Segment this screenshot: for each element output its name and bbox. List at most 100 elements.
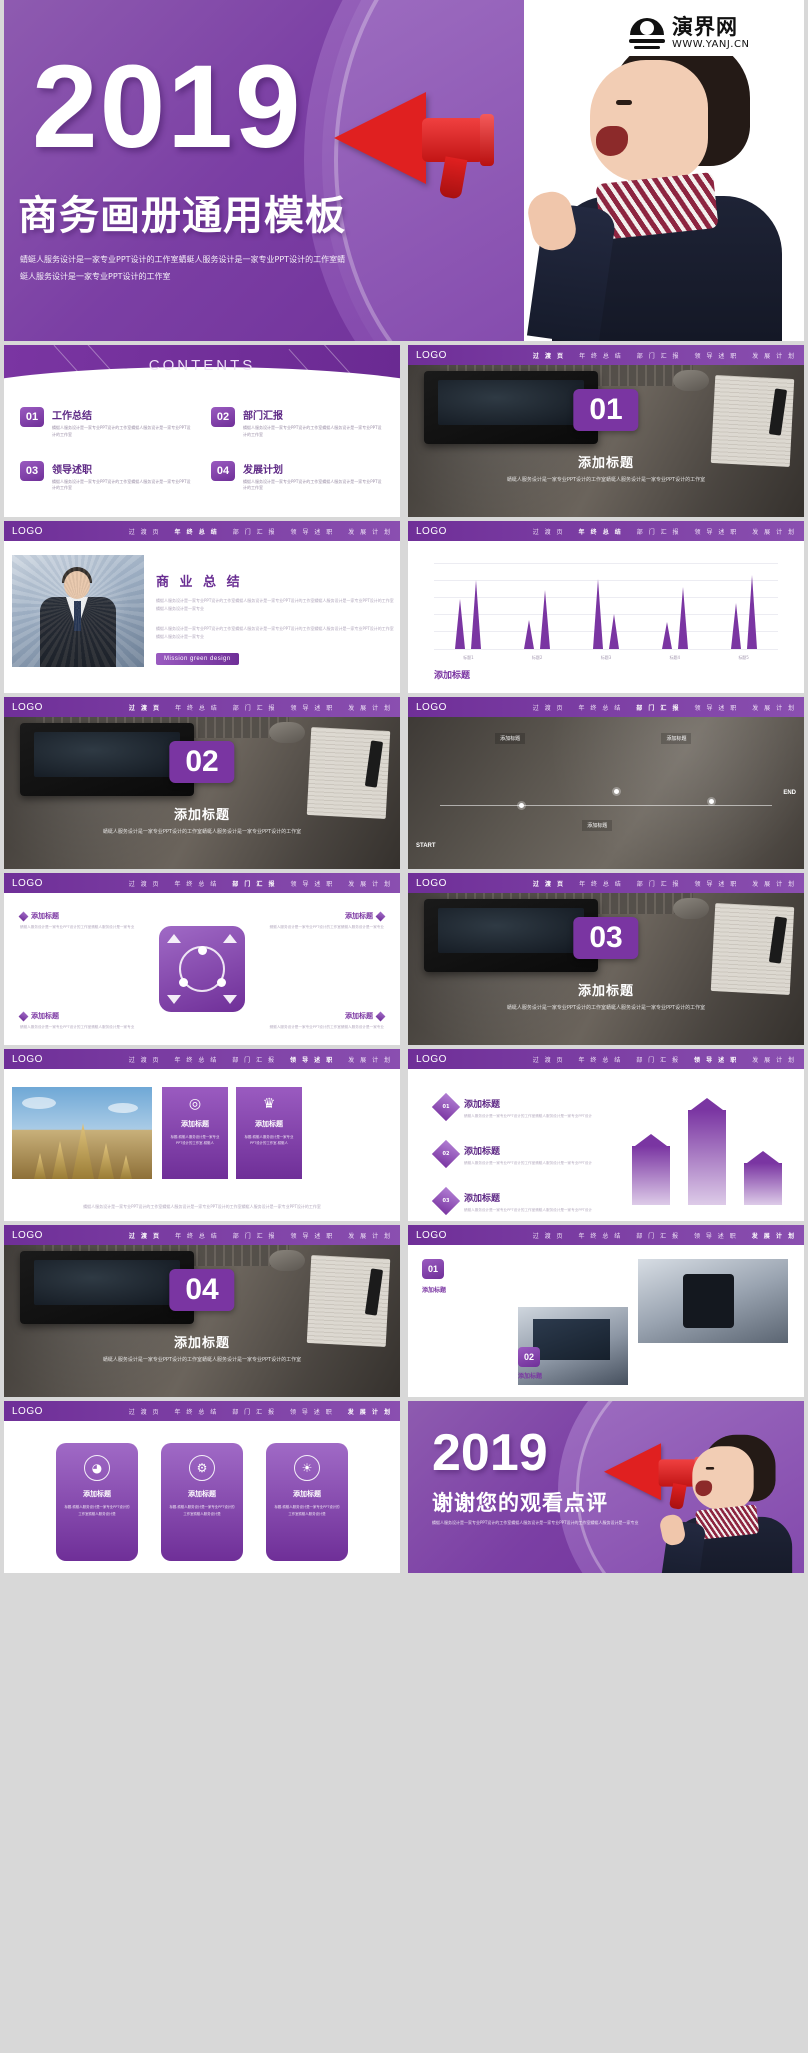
nav-logo[interactable]: LOGO — [416, 350, 447, 361]
nav-item-4[interactable]: 发 展 计 划 — [752, 527, 796, 536]
slide-business-summary[interactable]: LOGO 过 渡 页 年 终 总 结 部 门 汇 报 领 导 述 职 发 展 计… — [4, 521, 400, 693]
slide-section-01[interactable]: LOGO 过 渡 页 年 终 总 结 部 门 汇 报 领 导 述 职 发 展 计… — [408, 345, 804, 517]
nav-item-2[interactable]: 部 门 汇 报 — [232, 1407, 276, 1416]
nav-item-0[interactable]: 过 渡 页 — [533, 879, 565, 888]
nav-item-2[interactable]: 部 门 汇 报 — [636, 1231, 680, 1240]
nav-item-3[interactable]: 领 导 述 职 — [290, 1055, 334, 1064]
nav-item-0[interactable]: 过 渡 页 — [533, 1055, 565, 1064]
nav-item-3[interactable]: 领 导 述 职 — [694, 1231, 738, 1240]
nav-item-1[interactable]: 年 终 总 结 — [175, 1407, 219, 1416]
nav-item-3[interactable]: 领 导 述 职 — [695, 351, 739, 360]
nav-item-3[interactable]: 领 导 述 职 — [291, 1231, 335, 1240]
slide-diagram[interactable]: LOGO 过 渡 页 年 终 总 结 部 门 汇 报 领 导 述 职 发 展 计… — [4, 873, 400, 1045]
nav-item-0[interactable]: 过 渡 页 — [129, 1231, 161, 1240]
arrow-item-1[interactable]: 01 添加标题 蜻蜓人服务设计是一家专业PPT设计的工作室蜻蜓人服务设计是一家专… — [431, 1092, 636, 1122]
nav-bar[interactable]: LOGO 过 渡 页 年 终 总 结 部 门 汇 报 领 导 述 职 发 展 计… — [4, 873, 400, 893]
nav-item-1[interactable]: 年 终 总 结 — [579, 703, 623, 712]
nav-logo[interactable]: LOGO — [416, 878, 447, 889]
nav-item-0[interactable]: 过 渡 页 — [533, 703, 565, 712]
nav-item-3[interactable]: 领 导 述 职 — [695, 703, 739, 712]
nav-item-0[interactable]: 过 渡 页 — [129, 1055, 161, 1064]
nav-item-2[interactable]: 部 门 汇 报 — [637, 351, 681, 360]
nav-bar[interactable]: LOGO 过 渡 页 年 终 总 结 部 门 汇 报 领 导 述 职 发 展 计… — [4, 697, 400, 717]
nav-item-0[interactable]: 过 渡 页 — [533, 351, 565, 360]
nav-logo[interactable]: LOGO — [12, 526, 43, 537]
contents-item-04[interactable]: 04 发展计划 蜻蜓人服务设计是一家专业PPT设计的工作室蜻蜓人服务设计是一家专… — [211, 460, 384, 493]
business-tag[interactable]: Mission green design — [156, 653, 239, 665]
nav-item-1[interactable]: 年 终 总 结 — [579, 1231, 623, 1240]
arrow-item-3[interactable]: 03 添加标题 蜻蜓人服务设计是一家专业PPT设计的工作室蜻蜓人服务设计是一家专… — [431, 1186, 636, 1215]
contents-item-02[interactable]: 02 部门汇报 蜻蜓人服务设计是一家专业PPT设计的工作室蜻蜓人服务设计是一家专… — [211, 407, 384, 439]
nav-item-4[interactable]: 发 展 计 划 — [752, 1055, 796, 1064]
slide-photo-grid[interactable]: LOGO 过 渡 页 年 终 总 结 部 门 汇 报 领 导 述 职 发 展 计… — [408, 1225, 804, 1397]
nav-item-2[interactable]: 部 门 汇 报 — [636, 703, 680, 712]
slide-chart[interactable]: LOGO 过 渡 页 年 终 总 结 部 门 汇 报 领 导 述 职 发 展 计… — [408, 521, 804, 693]
slide-temple-cards[interactable]: LOGO 过 渡 页 年 终 总 结 部 门 汇 报 领 导 述 职 发 展 计… — [4, 1049, 400, 1221]
nav-bar[interactable]: LOGO 过 渡 页 年 终 总 结 部 门 汇 报 领 导 述 职 发 展 计… — [408, 873, 804, 893]
arrow-item-2[interactable]: 02 添加标题 蜻蜓人服务设计是一家专业PPT设计的工作室蜻蜓人服务设计是一家专… — [431, 1139, 636, 1168]
nav-item-1[interactable]: 年 终 总 结 — [175, 1231, 219, 1240]
nav-item-1[interactable]: 年 终 总 结 — [175, 527, 219, 536]
nav-item-4[interactable]: 发 展 计 划 — [348, 527, 392, 536]
diagram-card-4[interactable]: 添加标题 蜻蜓人服务设计是一家专业PPT设计的工作室蜻蜓人服务设计是一家专业 — [264, 1011, 386, 1031]
nav-bar[interactable]: LOGO 过 渡 页 年 终 总 结 部 门 汇 报 领 导 述 职 发 展 计… — [408, 697, 804, 717]
nav-bar[interactable]: LOGO 过 渡 页 年 终 总 结 部 门 汇 报 领 导 述 职 发 展 计… — [4, 1225, 400, 1245]
nav-item-2[interactable]: 部 门 汇 报 — [233, 703, 277, 712]
slide-arrow-bars[interactable]: LOGO 过 渡 页 年 终 总 结 部 门 汇 报 领 导 述 职 发 展 计… — [408, 1049, 804, 1221]
nav-item-3[interactable]: 领 导 述 职 — [291, 879, 335, 888]
slide-timeline[interactable]: LOGO 过 渡 页 年 终 总 结 部 门 汇 报 领 导 述 职 发 展 计… — [408, 697, 804, 869]
nav-logo[interactable]: LOGO — [12, 878, 43, 889]
nav-item-3[interactable]: 领 导 述 职 — [694, 1055, 738, 1064]
feature-card-1[interactable]: ◕ 添加标题 标题-蜻蜓人服务设计是一家专业PPT设计的工作室蜻蜓人服务设计是 — [56, 1443, 138, 1561]
nav-item-4[interactable]: 发 展 计 划 — [348, 703, 392, 712]
nav-item-1[interactable]: 年 终 总 结 — [579, 351, 623, 360]
nav-logo[interactable]: LOGO — [416, 1054, 447, 1065]
nav-bar[interactable]: LOGO 过 渡 页 年 终 总 结 部 门 汇 报 领 导 述 职 发 展 计… — [408, 521, 804, 541]
nav-item-4[interactable]: 发 展 计 划 — [348, 1055, 392, 1064]
nav-item-2[interactable]: 部 门 汇 报 — [637, 879, 681, 888]
nav-logo[interactable]: LOGO — [12, 1230, 43, 1241]
nav-item-1[interactable]: 年 终 总 结 — [579, 879, 623, 888]
nav-bar[interactable]: LOGO 过 渡 页 年 终 总 结 部 门 汇 报 领 导 述 职 发 展 计… — [4, 1049, 400, 1069]
nav-item-0[interactable]: 过 渡 页 — [533, 527, 565, 536]
nav-bar[interactable]: LOGO 过 渡 页 年 终 总 结 部 门 汇 报 领 导 述 职 发 展 计… — [408, 345, 804, 365]
nav-item-4[interactable]: 发 展 计 划 — [752, 703, 796, 712]
nav-item-4[interactable]: 发 展 计 划 — [348, 1231, 392, 1240]
nav-item-1[interactable]: 年 终 总 结 — [175, 703, 219, 712]
nav-item-2[interactable]: 部 门 汇 报 — [232, 1055, 276, 1064]
nav-item-4[interactable]: 发 展 计 划 — [752, 1231, 796, 1240]
diagram-card-3[interactable]: 添加标题 蜻蜓人服务设计是一家专业PPT设计的工作室蜻蜓人服务设计是一家专业 — [18, 1011, 140, 1031]
nav-bar[interactable]: LOGO 过 渡 页 年 终 总 结 部 门 汇 报 领 导 述 职 发 展 计… — [4, 521, 400, 541]
nav-logo[interactable]: LOGO — [416, 702, 447, 713]
nav-item-1[interactable]: 年 终 总 结 — [175, 879, 219, 888]
nav-item-3[interactable]: 领 导 述 职 — [291, 703, 335, 712]
nav-item-4[interactable]: 发 展 计 划 — [348, 1407, 392, 1416]
nav-item-1[interactable]: 年 终 总 结 — [175, 1055, 219, 1064]
nav-logo[interactable]: LOGO — [12, 1054, 43, 1065]
nav-bar[interactable]: LOGO 过 渡 页 年 终 总 结 部 门 汇 报 领 导 述 职 发 展 计… — [408, 1049, 804, 1069]
nav-bar[interactable]: LOGO 过 渡 页 年 终 总 结 部 门 汇 报 领 导 述 职 发 展 计… — [4, 1401, 400, 1421]
contents-item-01[interactable]: 01 工作总结 蜻蜓人服务设计是一家专业PPT设计的工作室蜻蜓人服务设计是一家专… — [20, 407, 193, 439]
nav-item-3[interactable]: 领 导 述 职 — [695, 527, 739, 536]
nav-bar[interactable]: LOGO 过 渡 页 年 终 总 结 部 门 汇 报 领 导 述 职 发 展 计… — [408, 1225, 804, 1245]
nav-item-0[interactable]: 过 渡 页 — [533, 1231, 565, 1240]
nav-item-4[interactable]: 发 展 计 划 — [752, 351, 796, 360]
temple-card-2[interactable]: ♛ 添加标题 标题-蜻蜓人服务设计是一家专业PPT设计的工作室-蜻蜓人 — [236, 1087, 302, 1179]
nav-item-4[interactable]: 发 展 计 划 — [348, 879, 392, 888]
nav-item-0[interactable]: 过 渡 页 — [129, 703, 161, 712]
slide-contents[interactable]: CONTENTS 01 工作总结 蜻蜓人服务设计是一家专业PPT设计的工作室蜻蜓… — [4, 345, 400, 517]
nav-item-0[interactable]: 过 渡 页 — [129, 879, 161, 888]
nav-logo[interactable]: LOGO — [12, 702, 43, 713]
diagram-card-2[interactable]: 添加标题 蜻蜓人服务设计是一家专业PPT设计的工作室蜻蜓人服务设计是一家专业 — [264, 911, 386, 931]
nav-item-0[interactable]: 过 渡 页 — [129, 527, 161, 536]
contents-item-03[interactable]: 03 领导述职 蜻蜓人服务设计是一家专业PPT设计的工作室蜻蜓人服务设计是一家专… — [20, 460, 193, 493]
nav-logo[interactable]: LOGO — [416, 526, 447, 537]
diagram-card-1[interactable]: 添加标题 蜻蜓人服务设计是一家专业PPT设计的工作室蜻蜓人服务设计是一家专业 — [18, 911, 140, 931]
nav-item-1[interactable]: 年 终 总 结 — [579, 1055, 623, 1064]
nav-item-2[interactable]: 部 门 汇 报 — [636, 1055, 680, 1064]
nav-logo[interactable]: LOGO — [416, 1230, 447, 1241]
slide-section-03[interactable]: LOGO 过 渡 页 年 终 总 结 部 门 汇 报 领 导 述 职 发 展 计… — [408, 873, 804, 1045]
nav-item-4[interactable]: 发 展 计 划 — [752, 879, 796, 888]
nav-item-2[interactable]: 部 门 汇 报 — [637, 527, 681, 536]
slide-title[interactable]: 2019 商务画册通用模板 蜻蜓人服务设计是一家专业PPT设计的工作室蜻蜓人服务… — [4, 0, 804, 341]
